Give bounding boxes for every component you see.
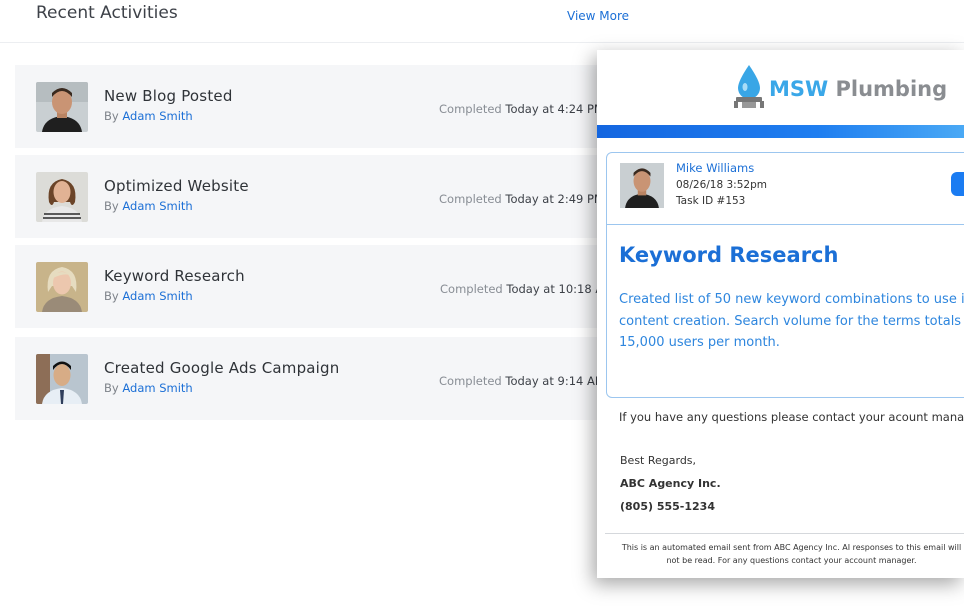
list-item[interactable]: Keyword Research By Adam Smith Completed… — [15, 245, 655, 328]
man-avatar-icon — [620, 163, 664, 208]
brand-logo: MSW Plumbing — [733, 63, 947, 113]
header-banner — [597, 125, 964, 138]
activity-byline: By Adam Smith — [104, 109, 193, 123]
avatar — [36, 354, 88, 404]
task-id: Task ID #153 — [676, 195, 746, 207]
author-link[interactable]: Adam Smith — [122, 199, 192, 213]
sender-name[interactable]: Mike Williams — [676, 161, 754, 175]
activity-status: Completed Today at 4:24 PM — [439, 102, 604, 116]
activity-status: Completed Today at 9:14 AM — [439, 374, 605, 388]
activity-byline: By Adam Smith — [104, 289, 193, 303]
list-item[interactable]: Optimized Website By Adam Smith Complete… — [15, 155, 655, 238]
agency-name: ABC Agency Inc. — [620, 477, 721, 490]
view-more-link[interactable]: View More — [567, 9, 629, 23]
woman-avatar-icon — [36, 262, 88, 312]
activity-title: Created Google Ads Campaign — [104, 359, 340, 377]
brand-name: MSW Plumbing — [769, 77, 948, 101]
activity-time: Today at 2:49 PM — [505, 192, 604, 206]
activities-header: Recent Activities View More — [0, 0, 964, 43]
water-drop-faucet-icon — [734, 65, 764, 108]
agency-phone: (805) 555-1234 — [620, 500, 715, 513]
avatar — [36, 172, 88, 222]
author-link[interactable]: Adam Smith — [122, 289, 192, 303]
list-item[interactable]: New Blog Posted By Adam Smith Completed … — [15, 65, 655, 148]
task-card-header: Mike Williams 08/26/18 3:52pm Task ID #1… — [607, 153, 964, 225]
page-title: Recent Activities — [36, 3, 178, 23]
activity-title: Keyword Research — [104, 267, 245, 285]
task-card: Mike Williams 08/26/18 3:52pm Task ID #1… — [606, 152, 964, 398]
avatar — [36, 262, 88, 312]
list-item[interactable]: Created Google Ads Campaign By Adam Smit… — [15, 337, 655, 420]
action-button[interactable] — [951, 172, 964, 196]
author-link[interactable]: Adam Smith — [122, 109, 192, 123]
avatar — [620, 163, 664, 208]
task-description: Created list of 50 new keyword combinati… — [619, 292, 964, 350]
activity-time: Today at 9:14 AM — [505, 374, 605, 388]
author-link[interactable]: Adam Smith — [122, 381, 192, 395]
signoff: Best Regards, — [620, 454, 697, 467]
woman-avatar-icon — [36, 172, 88, 222]
activity-byline: By Adam Smith — [104, 199, 193, 213]
activity-status: Completed Today at 2:49 PM — [439, 192, 604, 206]
email-preview: MSW Plumbing Mike Williams 08/26/18 3:52… — [597, 50, 964, 578]
avatar — [36, 82, 88, 132]
task-title: Keyword Research — [619, 243, 839, 267]
activity-byline: By Adam Smith — [104, 381, 193, 395]
activity-title: New Blog Posted — [104, 87, 233, 105]
divider — [605, 533, 964, 534]
activity-time: Today at 4:24 PM — [505, 102, 604, 116]
sent-date: 08/26/18 3:52pm — [676, 179, 767, 191]
activity-title: Optimized Website — [104, 177, 249, 195]
man-avatar-icon — [36, 354, 88, 404]
email-footer: This is an automated email sent from ABC… — [621, 543, 962, 565]
man-avatar-icon — [36, 82, 88, 132]
contact-note: If you have any questions please contact… — [619, 410, 964, 424]
activity-status: Completed Today at 10:18 AM — [440, 282, 614, 296]
